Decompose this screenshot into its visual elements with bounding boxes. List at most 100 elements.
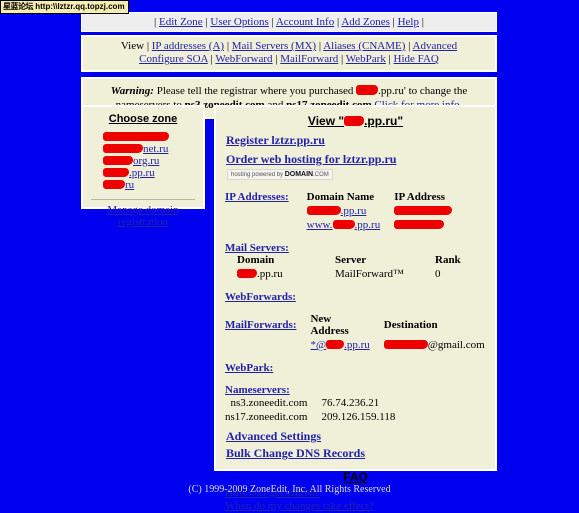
ip-addresses-heading[interactable]: IP Addresses: — [225, 191, 289, 203]
column-header-destination: Destination — [383, 319, 438, 331]
hosting-badge-prefix: hosting powered by — [231, 172, 285, 178]
nameservers-heading[interactable]: Nameservers: — [225, 384, 290, 396]
zone-list-item[interactable]: org.ru — [103, 155, 197, 167]
redacted-email-block — [383, 340, 428, 349]
subnav-item-hide-faq[interactable]: Hide FAQ — [394, 53, 439, 65]
topnav-item-help[interactable]: Help — [398, 16, 419, 28]
web-park-section: WebPark: — [223, 362, 488, 374]
subnav-item-mailforward[interactable]: MailForward — [280, 53, 338, 65]
subnav-item-view: View — [120, 40, 145, 52]
column-header-server: Server — [335, 254, 367, 266]
redacted-zone-block — [103, 180, 125, 189]
ip-row-domain[interactable]: www. .pp.ru — [307, 218, 395, 232]
view-title-prefix: View " — [307, 114, 345, 128]
faq-link-changes-take-effect[interactable]: When do my changes take effect? — [225, 500, 488, 513]
redacted-zone-block — [103, 144, 143, 153]
spacer-cell — [225, 218, 307, 232]
subnav-item-webpark[interactable]: WebPark — [346, 53, 386, 65]
table-header-row: Domain Server Rank — [237, 254, 475, 267]
bulk-change-dns-records-link[interactable]: Bulk Change DNS Records — [226, 446, 488, 461]
zone-suffix-ru[interactable]: ru — [125, 179, 134, 191]
redacted-ip-block — [394, 206, 453, 215]
topnav-item-edit-zone[interactable]: Edit Zone — [159, 16, 203, 28]
zone-suffix-pp-ru[interactable]: .pp.ru — [129, 167, 155, 179]
mail-servers-table: Domain Server Rank .pp.ru MailForward™ 0 — [237, 254, 475, 281]
mf-row-destination: @gmail.com — [383, 338, 499, 352]
redacted-domain-block — [237, 269, 257, 278]
redacted-zone-block — [103, 168, 129, 177]
register-domain-link[interactable]: Register lztzr.pp.ru — [226, 133, 488, 148]
advanced-settings-link[interactable]: Advanced Settings — [226, 429, 488, 444]
topnav-pipe: | — [392, 16, 395, 28]
nameserver-host: ns17.zoneedit.com — [225, 411, 308, 423]
subnav-item-aliases[interactable]: Aliases (CNAME) — [323, 40, 405, 52]
ip-row-domain-prefix[interactable]: www. — [307, 219, 333, 231]
zone-list-item[interactable]: ru — [103, 179, 197, 191]
subnav-item-configure-soa[interactable]: Configure SOA — [139, 53, 208, 65]
topnav-pipe: | — [336, 16, 340, 28]
topnav-pipe: | — [421, 16, 424, 28]
redacted-zone-block — [103, 156, 133, 165]
subnav-item-ip-addresses[interactable]: IP addresses (A) — [152, 40, 224, 52]
topnav-pipe: | — [154, 16, 157, 28]
subnav-item-webforward[interactable]: WebForward — [215, 53, 272, 65]
table-header-row: MailForwards: New Address Destination — [225, 313, 499, 338]
topnav-pipe: | — [205, 16, 208, 28]
web-forwards-heading[interactable]: WebForwards: — [225, 291, 296, 303]
mx-row-rank: 0 — [435, 268, 441, 280]
redacted-domain-block — [344, 116, 365, 126]
table-row: www. .pp.ru — [225, 218, 466, 232]
mf-row-new-address[interactable]: *@ .pp.ru — [310, 338, 383, 352]
column-header-domain: Domain — [237, 254, 275, 266]
zone-list-item[interactable]: net.ru — [103, 143, 197, 155]
subnav-item-advanced[interactable]: Advanced — [413, 40, 458, 52]
column-header-ip-address: IP Address — [394, 191, 446, 203]
subnav-pipe: | — [210, 53, 213, 65]
web-forwards-section: WebForwards: — [223, 291, 488, 303]
topnav-item-user-options[interactable]: User Options — [210, 16, 268, 28]
mf-new-address-suffix[interactable]: .pp.ru — [344, 339, 370, 351]
nameservers-section: Nameservers: ns3.zoneedit.com 76.74.236.… — [223, 384, 488, 424]
table-row: ns17.zoneedit.com 209.126.159.118 — [225, 410, 395, 424]
column-header-domain-name: Domain Name — [306, 191, 375, 203]
ip-row-domain-suffix[interactable]: .pp.ru — [355, 219, 381, 231]
zone-list-item[interactable]: .pp.ru — [103, 167, 197, 179]
spacer-cell — [225, 204, 307, 218]
mf-new-address-prefix[interactable]: *@ — [310, 339, 326, 351]
top-navigation-bar: | Edit Zone | User Options | Account Inf… — [81, 12, 497, 32]
ip-row-domain-suffix[interactable]: .pp.ru — [341, 205, 367, 217]
choose-zone-title: Choose zone — [108, 113, 178, 125]
topnav-item-add-zones[interactable]: Add Zones — [341, 16, 390, 28]
web-park-heading[interactable]: WebPark: — [225, 362, 273, 374]
sub-navigation-bar: View | IP addresses (A) | Mail Servers (… — [81, 35, 497, 72]
manage-domain-registration-link[interactable]: Manage domain registration — [89, 204, 197, 228]
warning-line-1: Warning: Please tell the registrar where… — [93, 84, 485, 98]
redacted-domain-block — [306, 206, 341, 215]
zone-suffix-org-ru[interactable]: org.ru — [133, 155, 159, 167]
mail-forwards-heading[interactable]: MailForwards: — [225, 319, 296, 331]
redacted-domain-block — [356, 85, 379, 95]
page-title: View " .pp.ru" — [223, 114, 488, 128]
ip-row-address — [394, 218, 466, 232]
subnav-pipe: | — [146, 40, 150, 52]
ip-row-domain[interactable]: .pp.ru — [306, 204, 395, 218]
zone-list: net.ru org.ru .pp.ru ru — [103, 131, 197, 191]
ip-row-address — [394, 204, 466, 218]
order-web-hosting-link[interactable]: Order web hosting for lztzr.pp.ru — [226, 152, 396, 167]
column-header-new-address: New Address — [310, 313, 349, 337]
topnav-item-account-info[interactable]: Account Info — [276, 16, 334, 28]
subnav-item-mail-servers[interactable]: Mail Servers (MX) — [232, 40, 316, 52]
warning-label: Warning: — [110, 85, 154, 97]
mf-destination-suffix: @gmail.com — [427, 339, 485, 351]
status-tooltip-url: http:\\lztzr.qq.topzj.com — [35, 2, 125, 11]
mail-servers-heading[interactable]: Mail Servers: — [225, 242, 289, 254]
nameserver-ip: 209.126.159.118 — [321, 411, 396, 423]
subnav-pipe: | — [275, 53, 278, 65]
hosting-badge-tld: .COM — [313, 172, 329, 178]
zone-list-item[interactable] — [103, 131, 197, 143]
nameservers-table: ns3.zoneedit.com 76.74.236.21 ns17.zonee… — [225, 396, 395, 424]
nameserver-host: ns3.zoneedit.com — [230, 397, 308, 409]
redacted-ip-block — [394, 220, 445, 229]
column-header-rank: Rank — [435, 254, 461, 266]
zone-suffix-net-ru[interactable]: net.ru — [143, 143, 168, 155]
